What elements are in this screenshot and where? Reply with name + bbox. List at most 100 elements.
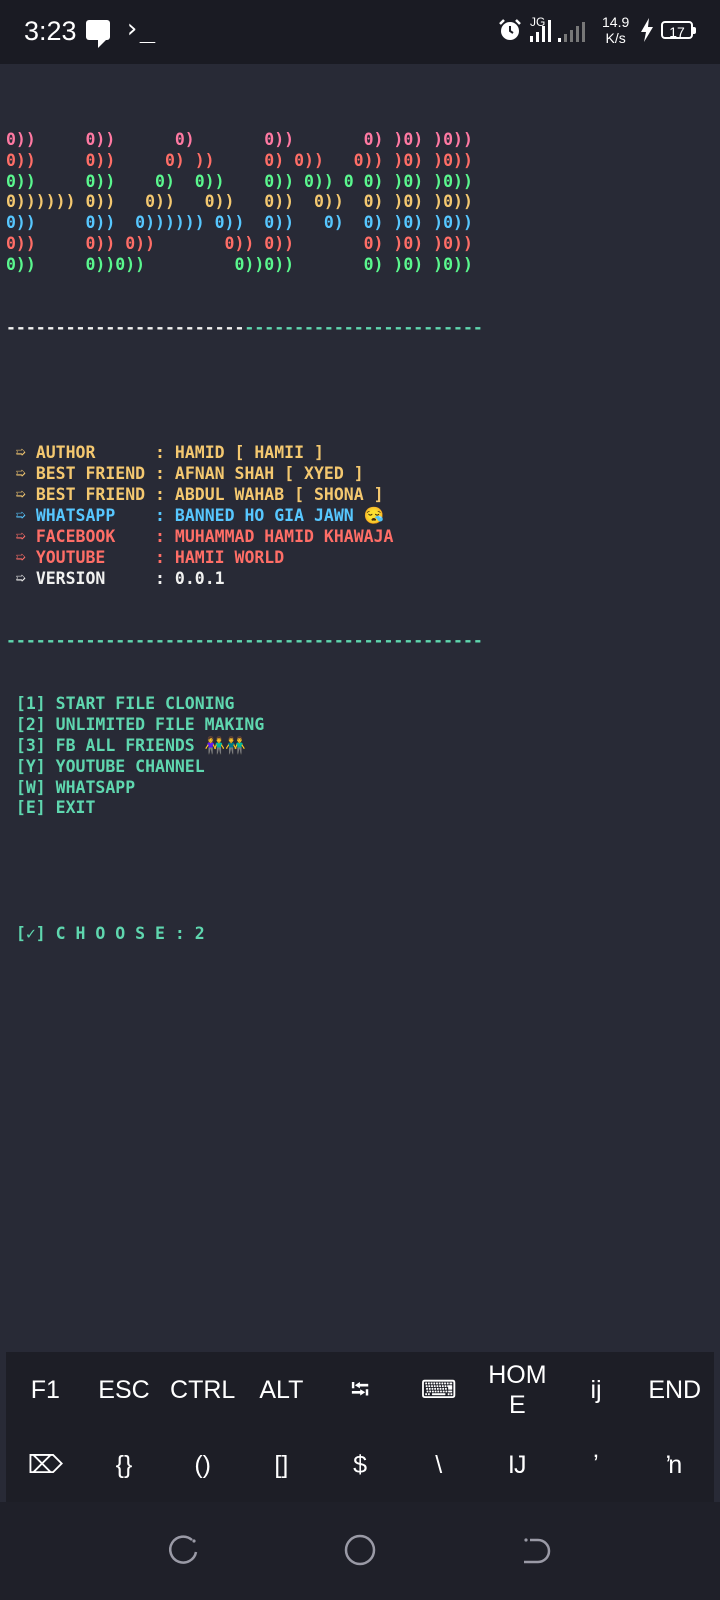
arrow-bullet-icon: ➯ [6,568,36,588]
battery-icon: 17 [661,21,696,40]
menu-block: [1] START FILE CLONING [2] UNLIMITED FIL… [6,694,714,819]
info-line: ➯ VERSION : 0.0.1 [6,569,714,590]
info-value: 0.0.1 [174,568,225,588]
ascii-banner: 0)) 0)) 0) 0)) 0) )0) )0)) 0)) 0)) 0) )) … [6,130,714,276]
info-separator: : [155,485,175,505]
info-label: WHATSAPP [35,505,156,525]
banner-segment: 0)) 0)) 0)))))) 0)) 0)) 0) 0) )0) )0)) [6,213,473,233]
info-value: MUHAMMAD HAMID KHAWAJA [174,526,394,546]
recent-apps-icon[interactable] [166,1532,202,1568]
separator-left: ------------------------ [6,317,245,337]
extra-key[interactable]: $ [321,1427,400,1502]
banner-line: 0)) 0)) 0) 0)) 0)) 0)) 0 0) )0) )0)) [6,172,714,193]
arrow-bullet-icon: ➯ [6,485,36,505]
extra-keys-bar: F1 ESC CTRL ALT ⭾ ⌨ HOM Eĳ END ⌦{}()[] $ \ Ĳ ʼ ŉ [6,1352,714,1502]
info-separator: : [155,443,175,463]
info-line: ➯ WHATSAPP : BANNED HO GIA JAWN 😪 [6,506,714,527]
info-line: ➯ BEST FRIEND : AFNAN SHAH [ XYED ] [6,464,714,485]
arrow-bullet-icon: ➯ [6,443,36,463]
cellular-signal-icon: JG [530,15,585,42]
arrow-bullet-icon: ➯ [6,464,36,484]
status-bar: 3:23 ›_ JG 14.9 K/s 17 [0,0,720,64]
info-value: HAMII WORLD [174,547,285,567]
choose-prompt[interactable]: [✓] C H O O S E : 2 [6,924,714,945]
info-value: BANNED HO GIA JAWN 😪 [174,505,385,525]
info-label: AUTHOR [35,443,156,463]
arrow-bullet-icon: ➯ [6,505,36,525]
navigation-bar [0,1502,720,1600]
banner-segment: 0)) 0)) 0) )) 0) 0)) 0)) )0) )0)) [6,150,473,170]
extra-key[interactable]: Ĳ [478,1427,557,1502]
info-label: YOUTUBE [35,547,156,567]
charging-bolt-icon [641,18,653,42]
banner-segment: 0)) 0)) 0)) 0)) 0)) 0) )0) )0)) [6,234,473,254]
info-label: FACEBOOK [35,526,156,546]
separator-mid: ----------------------------------------… [6,631,483,651]
menu-option: [E] EXIT [6,798,96,818]
extra-key[interactable]: ŉ [635,1427,714,1502]
info-separator: : [155,464,175,484]
message-notification-icon [86,20,110,48]
extra-key[interactable]: HOM E [478,1352,557,1427]
extra-key[interactable]: F1 [6,1352,85,1427]
info-value: ABDUL WAHAB [ SHONA ] [174,485,384,505]
back-icon[interactable] [518,1532,554,1568]
extra-keys-row-1: F1 ESC CTRL ALT ⭾ ⌨ HOM Eĳ END [6,1352,714,1427]
network-speed: 14.9 K/s [602,14,629,46]
banner-segment: 0)) 0))0)) 0))0)) 0) )0) )0)) [6,255,473,275]
info-label: VERSION [35,568,156,588]
status-time: 3:23 [24,16,77,46]
info-line: ➯ BEST FRIEND : ABDUL WAHAB [ SHONA ] [6,485,714,506]
banner-line: 0)) 0))0)) 0))0)) 0) )0) )0)) [6,255,714,276]
banner-line: 0)) 0)) 0)) 0)) 0)) 0) )0) )0)) [6,234,714,255]
terminal-output[interactable]: 0)) 0)) 0) 0)) 0) )0) )0)) 0)) 0)) 0) )) … [6,88,714,943]
terminal-notification-icon: ›_ [124,14,156,44]
menu-option: [1] START FILE CLONING [6,694,235,714]
extra-key[interactable]: () [163,1427,242,1502]
extra-key[interactable]: [] [242,1427,321,1502]
banner-segment: 0)) 0)) 0) 0)) 0)) 0)) 0 0) )0) )0)) [6,171,473,191]
separator-right: ------------------------ [244,317,483,337]
menu-option: [3] FB ALL FRIENDS 👫👬 [6,735,246,755]
network-speed-value: 14.9 [602,14,630,30]
info-separator: : [155,505,175,525]
extra-keys-row-2: ⌦{}()[] $ \ Ĳ ʼ ŉ [6,1427,714,1502]
arrow-bullet-icon: ➯ [6,547,36,567]
separator-top: ----------------------------------------… [6,318,714,339]
menu-option: [W] WHATSAPP [6,777,136,797]
banner-segment: 0)))))) 0)) 0)) 0)) 0)) 0)) 0) )0) )0)) [6,192,473,212]
extra-key[interactable]: ALT [242,1352,321,1427]
info-line: ➯ FACEBOOK : MUHAMMAD HAMID KHAWAJA [6,527,714,548]
menu-option: [2] UNLIMITED FILE MAKING [6,714,265,734]
info-separator: : [155,526,175,546]
extra-key[interactable]: {} [85,1427,164,1502]
info-value: AFNAN SHAH [ XYED ] [174,464,364,484]
banner-line: 0)))))) 0)) 0)) 0)) 0)) 0)) 0) )0) )0)) [6,192,714,213]
info-line: ➯ YOUTUBE : HAMII WORLD [6,548,714,569]
banner-line: 0)) 0)) 0)))))) 0)) 0)) 0) 0) )0) )0)) [6,213,714,234]
extra-key[interactable]: END [635,1352,714,1427]
info-block: ➯ AUTHOR : HAMID [ HAMII ] ➯ BEST FRIEND… [6,443,714,589]
extra-key[interactable]: \ [399,1427,478,1502]
info-separator: : [155,568,175,588]
extra-key[interactable]: ʼ [557,1427,636,1502]
banner-line: 0)) 0)) 0) 0)) 0) )0) )0)) [6,130,714,151]
extra-key[interactable]: ĳ [557,1352,636,1427]
banner-segment: 0)) 0)) 0) 0)) 0) )0) )0)) [6,129,473,149]
banner-line: 0)) 0)) 0) )) 0) 0)) 0)) )0) )0)) [6,151,714,172]
extra-key[interactable]: ESC [85,1352,164,1427]
info-label: BEST FRIEND [35,464,156,484]
extra-key[interactable]: ⌨ [399,1352,478,1427]
info-separator: : [155,547,175,567]
extra-key[interactable]: ⌦ [6,1427,85,1502]
info-value: HAMID [ HAMII ] [174,443,324,463]
menu-option: [Y] YOUTUBE CHANNEL [6,756,205,776]
extra-key[interactable]: CTRL [163,1352,242,1427]
home-icon[interactable] [342,1532,378,1568]
arrow-bullet-icon: ➯ [6,526,36,546]
extra-key[interactable]: ⭾ [321,1352,400,1427]
info-label: BEST FRIEND [35,485,156,505]
alarm-clock-icon [499,19,521,40]
